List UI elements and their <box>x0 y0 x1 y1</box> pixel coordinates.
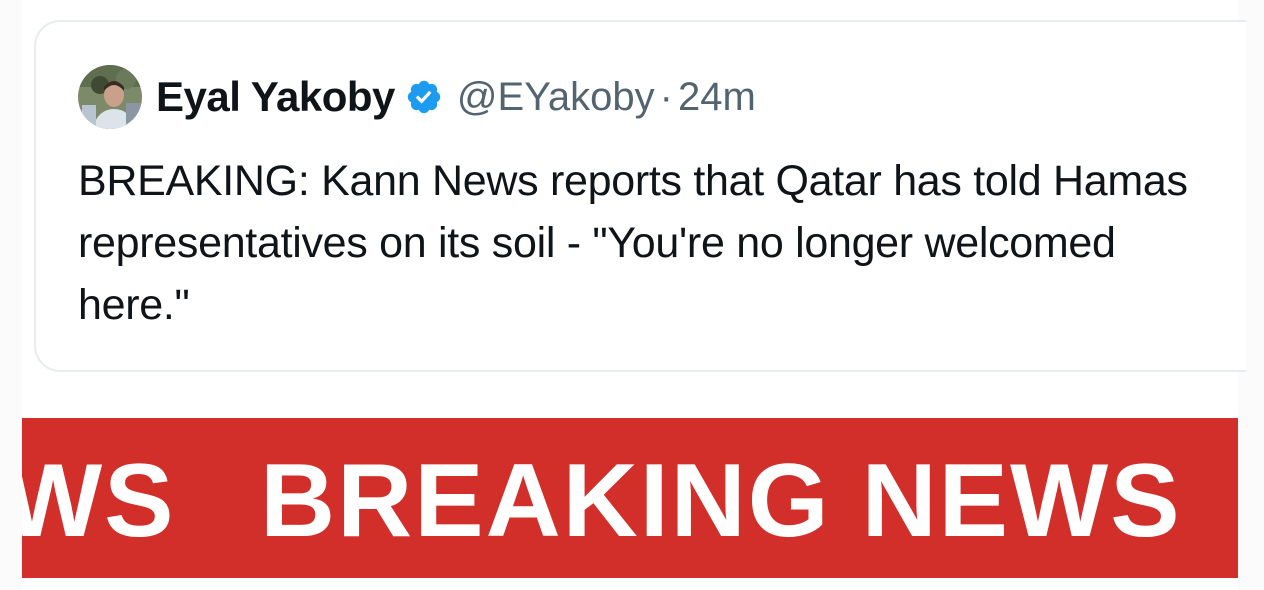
user-handle[interactable]: @EYakoby <box>457 75 655 120</box>
quoted-tweet-card[interactable]: Eyal Yakoby @EYakoby · 24m BREAKING: Kan… <box>34 20 1246 372</box>
avatar-photo <box>78 65 142 129</box>
breaking-news-banner: WS BREAKING NEWS <box>22 418 1238 578</box>
banner-headline: BREAKING NEWS <box>260 443 1182 559</box>
tweet-text: BREAKING: Kann News reports that Qatar h… <box>78 157 1188 329</box>
screenshot-page: Eyal Yakoby @EYakoby · 24m BREAKING: Kan… <box>0 0 1264 590</box>
banner-cut-text: WS <box>22 443 176 559</box>
left-edge <box>0 0 22 590</box>
separator-dot: · <box>659 74 673 119</box>
verified-badge-icon <box>405 78 443 116</box>
tweet-timestamp[interactable]: 24m <box>678 75 756 120</box>
avatar[interactable] <box>78 65 142 129</box>
display-name[interactable]: Eyal Yakoby <box>156 73 395 121</box>
tweet-header: Eyal Yakoby @EYakoby · 24m <box>78 64 756 130</box>
